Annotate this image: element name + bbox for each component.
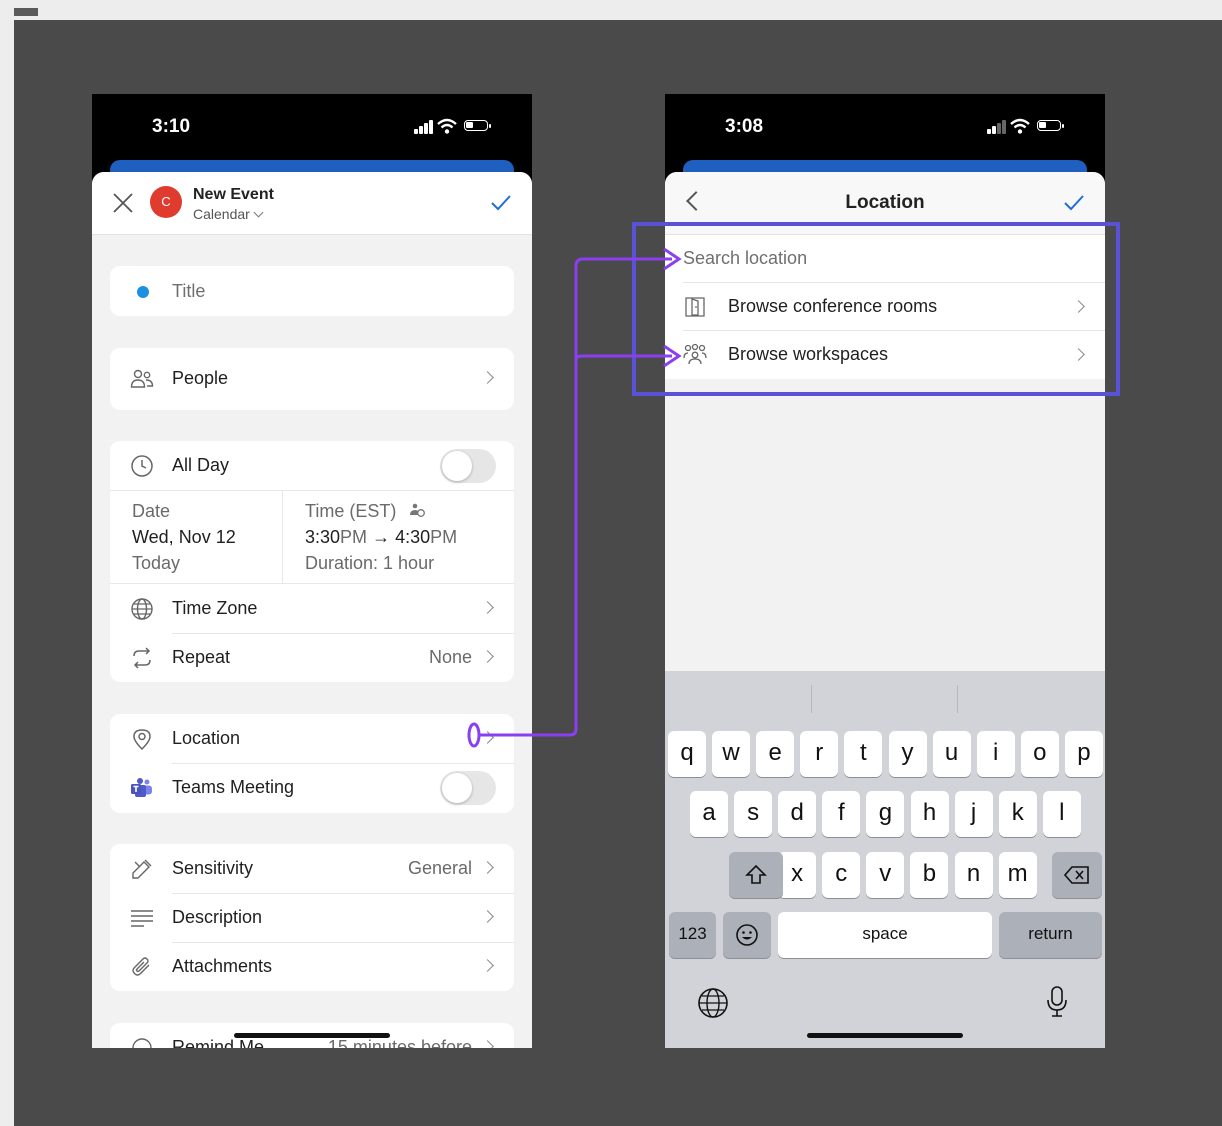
connector-origin xyxy=(467,722,481,748)
connector-lines xyxy=(467,247,682,748)
connector-to-search xyxy=(479,257,672,737)
connector-to-workspaces xyxy=(574,354,672,361)
